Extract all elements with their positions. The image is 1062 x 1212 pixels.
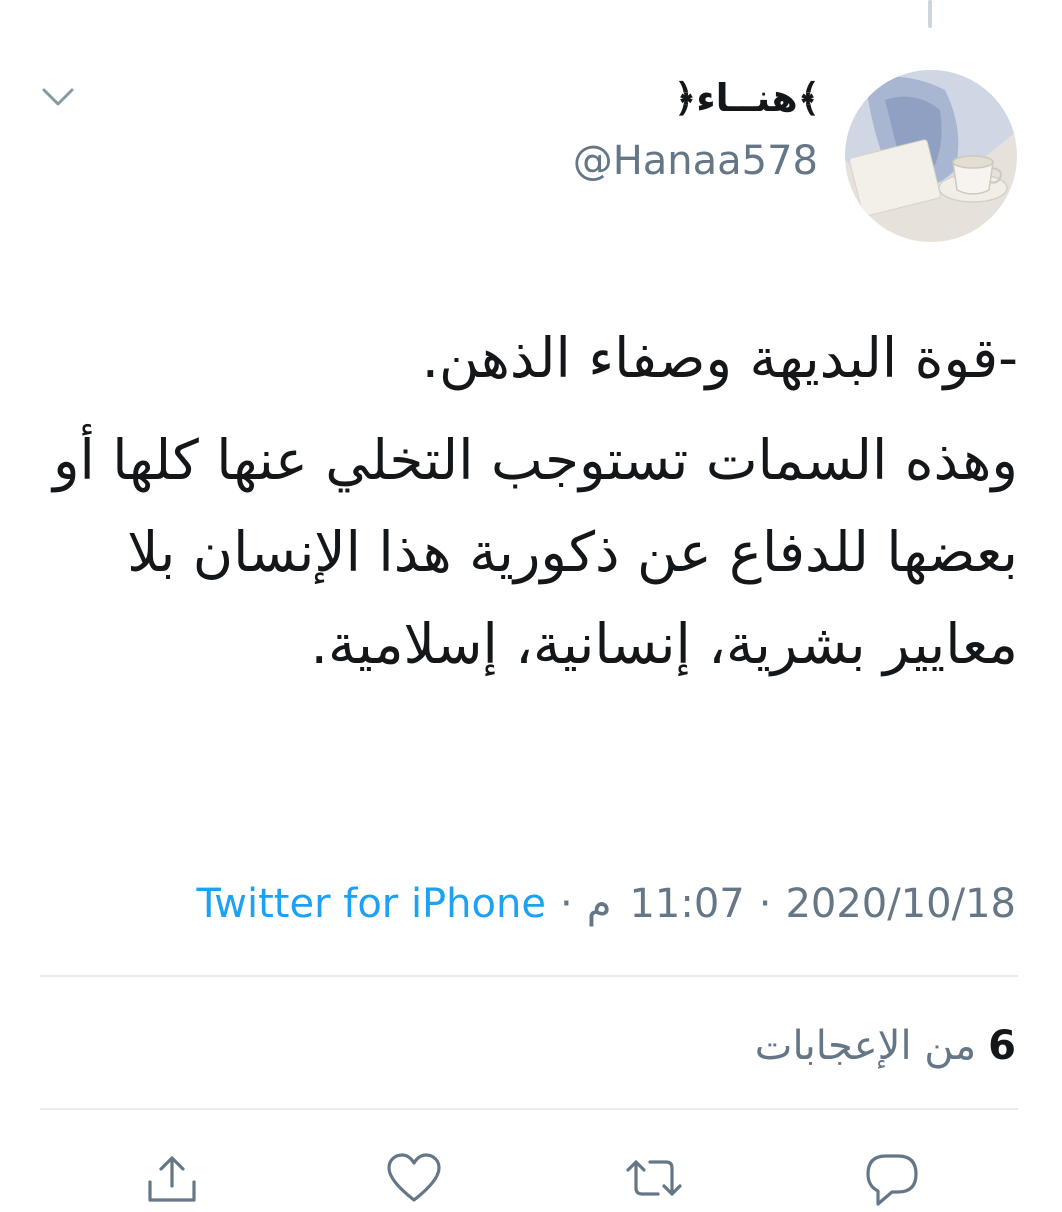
meta-separator: ·	[559, 881, 573, 927]
more-options-chevron[interactable]	[38, 82, 78, 112]
avatar-photo	[845, 70, 1017, 242]
tweet-meta: Twitter for iPhone · م 11:07 · 2020/10/1…	[196, 874, 1016, 934]
share-button[interactable]	[142, 1148, 202, 1208]
heart-icon	[387, 1153, 441, 1202]
divider	[40, 1108, 1018, 1110]
likes-label: من الإعجابات	[754, 1023, 977, 1069]
tweet-paragraph: وهذه السمات تستوجب التخلي عنها كلها أو ب…	[52, 428, 1018, 676]
tweet-source-link[interactable]: Twitter for iPhone	[196, 874, 546, 934]
user-handle[interactable]: @Hanaa578	[573, 136, 818, 186]
tweet-period: م	[586, 881, 612, 927]
chevron-down-icon	[42, 88, 74, 106]
share-icon	[148, 1156, 196, 1202]
display-name[interactable]: ﴾هنــاء﴿	[674, 74, 820, 122]
retweet-button[interactable]	[624, 1148, 684, 1208]
tweet-date: 2020/10/18	[785, 881, 1016, 927]
reply-button[interactable]	[862, 1148, 922, 1208]
divider	[40, 975, 1018, 977]
avatar[interactable]	[845, 70, 1017, 242]
likes-count: 6	[988, 1023, 1016, 1069]
meta-separator: ·	[758, 881, 772, 927]
like-button[interactable]	[384, 1148, 444, 1208]
reply-icon	[866, 1154, 918, 1206]
tweet-paragraph: -قوة البديهة وصفاء الذهن.	[421, 326, 1018, 390]
retweet-icon	[626, 1160, 682, 1196]
likes-stat[interactable]: 6من الإعجابات	[755, 1018, 1016, 1074]
tweet-time: 11:07	[629, 881, 745, 927]
thread-connector-line	[928, 0, 932, 28]
tweet-text: -قوة البديهة وصفاء الذهن. وهذه السمات تس…	[40, 312, 1018, 690]
